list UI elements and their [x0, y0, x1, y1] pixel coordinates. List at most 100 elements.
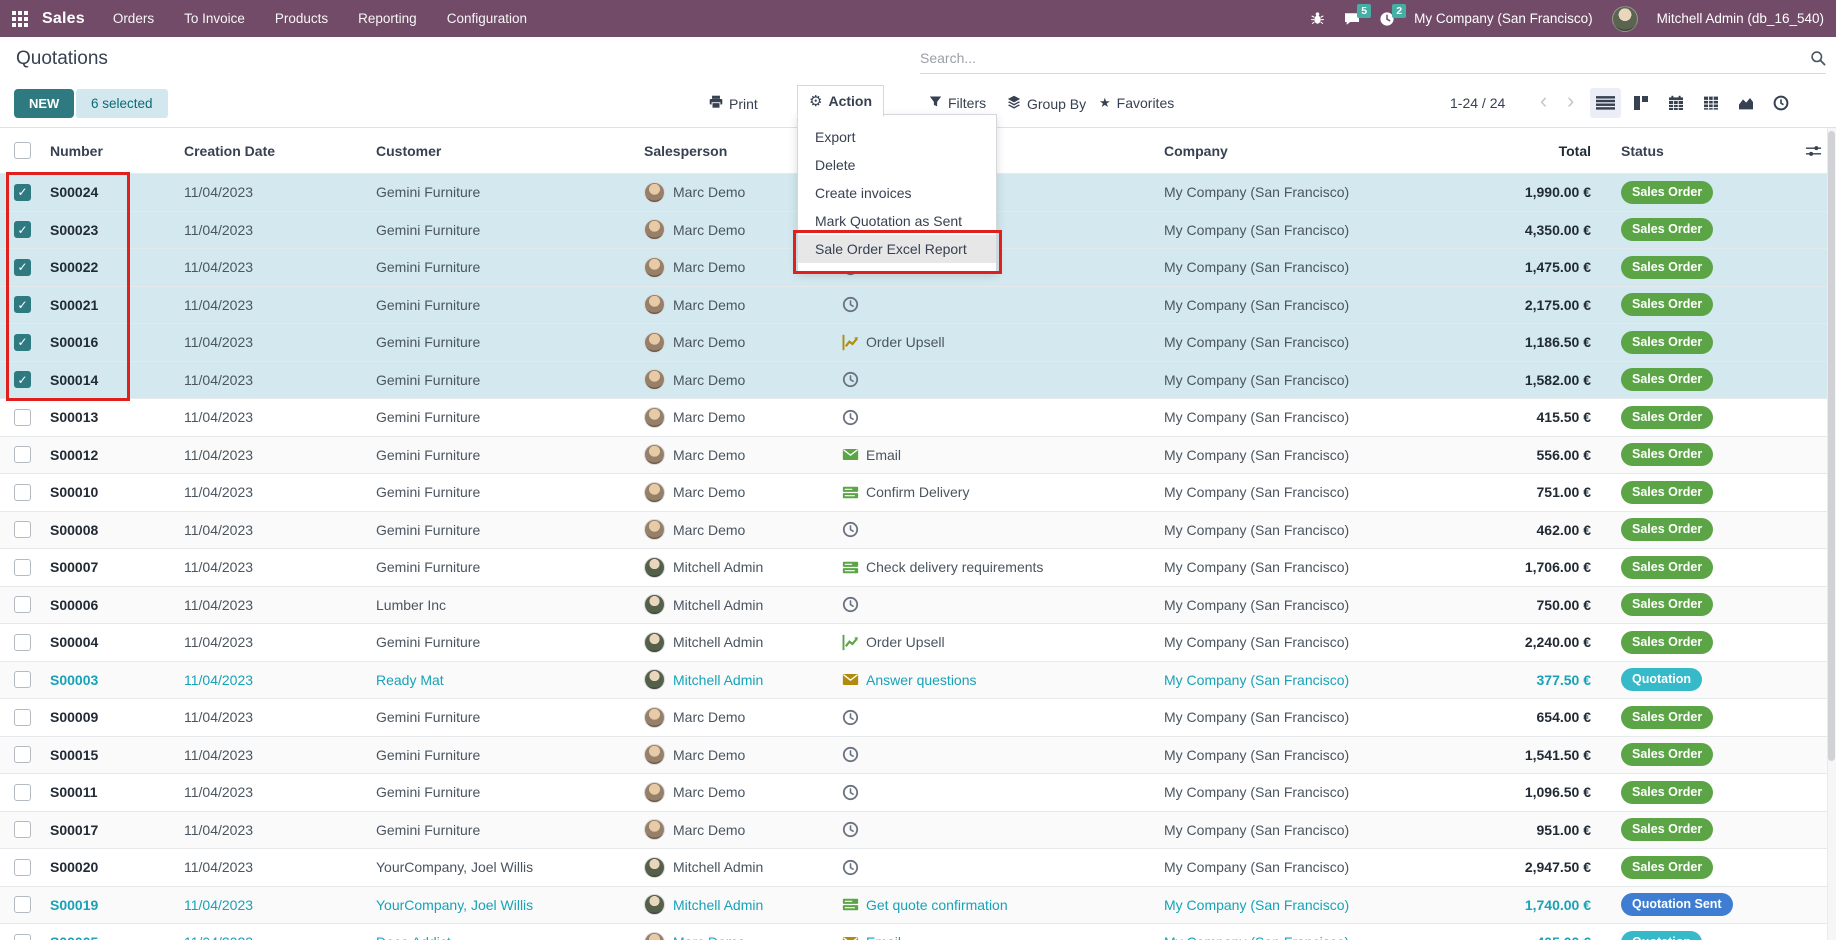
vertical-scrollbar[interactable] — [1827, 128, 1836, 940]
app-name[interactable]: Sales — [42, 10, 85, 28]
row-checkbox[interactable] — [14, 746, 31, 763]
graph-view-icon[interactable] — [1730, 88, 1761, 118]
pager-next-icon[interactable]: › — [1567, 88, 1574, 114]
table-row[interactable]: S00015 11/04/2023 Gemini Furniture Marc … — [0, 737, 1836, 775]
header-creation-date[interactable]: Creation Date — [180, 143, 372, 159]
activities-icon[interactable]: 2 — [1379, 11, 1395, 27]
activity-cell[interactable]: Order Upsell — [838, 634, 1160, 651]
table-row[interactable]: S00009 11/04/2023 Gemini Furniture Marc … — [0, 699, 1836, 737]
header-status[interactable]: Status — [1617, 143, 1790, 159]
select-all-checkbox[interactable] — [14, 142, 31, 159]
action-button[interactable]: ⚙ Action — [797, 85, 884, 117]
kanban-view-icon[interactable] — [1625, 88, 1656, 118]
action-menu-item[interactable]: Delete — [798, 151, 996, 179]
activity-cell[interactable] — [838, 409, 1160, 426]
row-checkbox[interactable] — [14, 709, 31, 726]
activity-cell[interactable]: Check delivery requirements — [838, 559, 1160, 576]
selected-count-chip[interactable]: 6 selected — [76, 89, 168, 118]
table-row[interactable]: S00012 11/04/2023 Gemini Furniture Marc … — [0, 437, 1836, 475]
row-checkbox[interactable] — [14, 934, 31, 940]
pivot-view-icon[interactable] — [1695, 88, 1726, 118]
header-customer[interactable]: Customer — [372, 143, 640, 159]
row-checkbox[interactable] — [14, 221, 31, 238]
table-row[interactable]: S00017 11/04/2023 Gemini Furniture Marc … — [0, 812, 1836, 850]
messages-icon[interactable]: 5 — [1344, 11, 1360, 27]
apps-grid-icon[interactable] — [12, 11, 28, 27]
nav-menu-configuration[interactable]: Configuration — [447, 11, 527, 26]
table-row[interactable]: S00013 11/04/2023 Gemini Furniture Marc … — [0, 399, 1836, 437]
row-checkbox[interactable] — [14, 521, 31, 538]
header-number[interactable]: Number — [46, 143, 180, 159]
activity-cell[interactable]: Confirm Delivery — [838, 484, 1160, 501]
activity-cell[interactable]: Order Upsell — [838, 334, 1160, 351]
row-checkbox[interactable] — [14, 371, 31, 388]
activity-cell[interactable] — [838, 784, 1160, 801]
row-checkbox[interactable] — [14, 184, 31, 201]
table-row[interactable]: S00019 11/04/2023 YourCompany, Joel Will… — [0, 887, 1836, 925]
activity-cell[interactable]: Get quote confirmation — [838, 896, 1160, 913]
row-checkbox[interactable] — [14, 596, 31, 613]
row-checkbox[interactable] — [14, 896, 31, 913]
favorites-button[interactable]: ★ Favorites — [1090, 90, 1183, 116]
table-row[interactable]: S00004 11/04/2023 Gemini Furniture Mitch… — [0, 624, 1836, 662]
list-view-icon[interactable] — [1590, 88, 1621, 118]
new-button[interactable]: NEW — [14, 89, 74, 118]
action-menu-item[interactable]: Create invoices — [798, 179, 996, 207]
row-checkbox[interactable] — [14, 409, 31, 426]
activity-cell[interactable] — [838, 371, 1160, 388]
activity-cell[interactable] — [838, 521, 1160, 538]
active-company[interactable]: My Company (San Francisco) — [1414, 11, 1593, 26]
scrollbar-thumb[interactable] — [1828, 131, 1835, 761]
table-row[interactable]: S00021 11/04/2023 Gemini Furniture Marc … — [0, 287, 1836, 325]
table-row[interactable]: S00005 11/04/2023 Deco Addict Marc Demo … — [0, 924, 1836, 940]
row-checkbox[interactable] — [14, 634, 31, 651]
table-row[interactable]: S00003 11/04/2023 Ready Mat Mitchell Adm… — [0, 662, 1836, 700]
activity-cell[interactable] — [838, 821, 1160, 838]
table-row[interactable]: S00006 11/04/2023 Lumber Inc Mitchell Ad… — [0, 587, 1836, 625]
header-total[interactable]: Total — [1470, 143, 1617, 159]
action-menu-item[interactable]: Export — [798, 123, 996, 151]
activity-cell[interactable]: Email — [838, 934, 1160, 940]
activity-cell[interactable] — [838, 859, 1160, 876]
activity-cell[interactable] — [838, 746, 1160, 763]
nav-menu-reporting[interactable]: Reporting — [358, 11, 417, 26]
table-row[interactable]: S00011 11/04/2023 Gemini Furniture Marc … — [0, 774, 1836, 812]
activity-cell[interactable] — [838, 596, 1160, 613]
header-company[interactable]: Company — [1160, 143, 1470, 159]
row-checkbox[interactable] — [14, 821, 31, 838]
nav-menu-products[interactable]: Products — [275, 11, 328, 26]
group-by-button[interactable]: Group By — [998, 90, 1095, 117]
activity-cell[interactable]: Email — [838, 446, 1160, 463]
table-row[interactable]: S00016 11/04/2023 Gemini Furniture Marc … — [0, 324, 1836, 362]
user-avatar[interactable] — [1612, 6, 1638, 32]
row-checkbox[interactable] — [14, 446, 31, 463]
activity-cell[interactable] — [838, 296, 1160, 313]
row-checkbox[interactable] — [14, 671, 31, 688]
table-row[interactable]: S00010 11/04/2023 Gemini Furniture Marc … — [0, 474, 1836, 512]
row-checkbox[interactable] — [14, 334, 31, 351]
print-button[interactable]: Print — [700, 90, 767, 117]
action-menu-item[interactable]: Sale Order Excel Report — [798, 235, 996, 263]
calendar-view-icon[interactable] — [1660, 88, 1691, 118]
nav-menu-orders[interactable]: Orders — [113, 11, 154, 26]
table-row[interactable]: S00014 11/04/2023 Gemini Furniture Marc … — [0, 362, 1836, 400]
row-checkbox[interactable] — [14, 559, 31, 576]
filters-button[interactable]: Filters — [920, 90, 995, 116]
pager-previous-icon[interactable]: ‹ — [1540, 88, 1547, 114]
search-icon[interactable] — [1810, 50, 1826, 66]
table-row[interactable]: S00007 11/04/2023 Gemini Furniture Mitch… — [0, 549, 1836, 587]
table-row[interactable]: S00008 11/04/2023 Gemini Furniture Marc … — [0, 512, 1836, 550]
bug-icon[interactable] — [1310, 11, 1325, 26]
row-checkbox[interactable] — [14, 784, 31, 801]
search-input[interactable] — [920, 50, 1802, 66]
row-checkbox[interactable] — [14, 259, 31, 276]
row-checkbox[interactable] — [14, 859, 31, 876]
row-checkbox[interactable] — [14, 484, 31, 501]
table-row[interactable]: S00020 11/04/2023 YourCompany, Joel Will… — [0, 849, 1836, 887]
action-menu-item[interactable]: Mark Quotation as Sent — [798, 207, 996, 235]
activity-view-icon[interactable] — [1765, 88, 1796, 118]
activity-cell[interactable] — [838, 709, 1160, 726]
user-menu[interactable]: Mitchell Admin (db_16_540) — [1657, 11, 1824, 26]
nav-menu-to-invoice[interactable]: To Invoice — [184, 11, 245, 26]
row-checkbox[interactable] — [14, 296, 31, 313]
